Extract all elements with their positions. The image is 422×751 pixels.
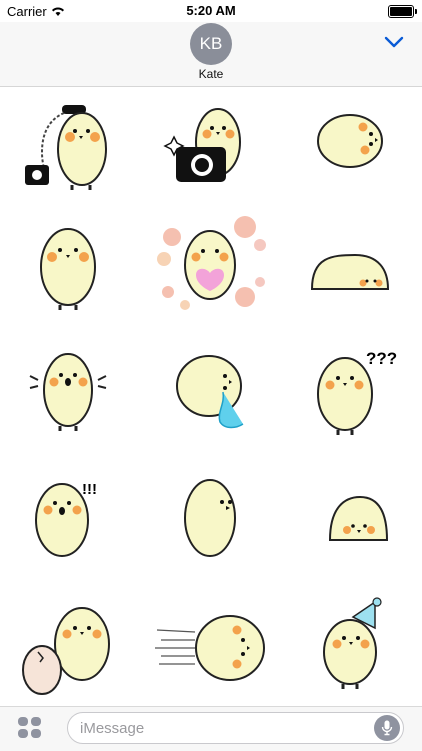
message-input-bar: iMessage — [0, 706, 422, 751]
sticker-chick-lying-down[interactable] — [300, 97, 400, 197]
chevron-down-icon[interactable] — [384, 36, 404, 48]
avatar-initials: KB — [199, 34, 223, 53]
contact-avatar[interactable]: KB — [190, 23, 232, 65]
status-bar: Carrier 5:20 AM — [0, 0, 422, 22]
sticker-chick-confused[interactable]: ??? — [300, 342, 400, 442]
sticker-chick-surprised[interactable]: !!! — [20, 472, 120, 572]
contact-name[interactable]: Kate — [0, 67, 422, 81]
sticker-chick-party-hat[interactable] — [305, 592, 405, 692]
sticker-grid: ??? !!! — [0, 87, 422, 707]
sticker-chick-arms-out[interactable] — [20, 342, 120, 442]
sticker-chick-crying[interactable] — [165, 342, 265, 442]
sticker-chick-with-egg[interactable] — [20, 602, 120, 702]
sticker-chick-with-telephone[interactable] — [20, 97, 120, 197]
sticker-chick-flat-resting[interactable] — [300, 217, 400, 317]
conversation-header: KB Kate — [0, 22, 422, 87]
sticker-chick-side-view[interactable] — [160, 472, 260, 572]
battery-icon — [388, 5, 417, 18]
message-placeholder: iMessage — [80, 720, 145, 737]
sticker-chick-small-blob[interactable] — [305, 472, 405, 572]
sticker-caption-confused: ??? — [366, 349, 397, 368]
sticker-chick-with-camera[interactable] — [160, 97, 260, 197]
message-input[interactable]: iMessage — [67, 712, 404, 744]
sticker-chick-standing[interactable] — [20, 217, 120, 317]
apps-icon[interactable] — [16, 716, 44, 740]
sticker-chick-with-heart-bubbles[interactable] — [150, 216, 266, 317]
sticker-caption-surprised: !!! — [82, 481, 97, 498]
microphone-icon[interactable] — [374, 715, 400, 741]
sticker-chick-dashing[interactable] — [155, 602, 265, 702]
clock: 5:20 AM — [186, 3, 236, 18]
